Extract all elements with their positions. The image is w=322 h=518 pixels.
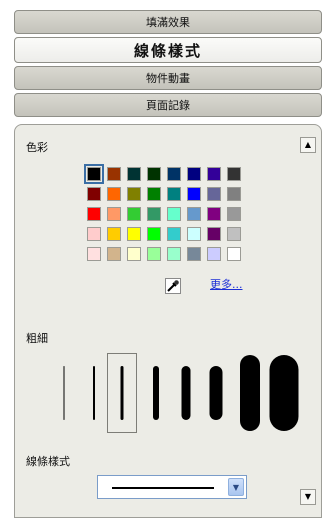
color-swatch[interactable] bbox=[107, 227, 121, 241]
color-swatch[interactable] bbox=[167, 187, 181, 201]
chevron-down-icon[interactable]: ▼ bbox=[228, 478, 244, 496]
color-swatch[interactable] bbox=[127, 247, 141, 261]
color-swatch[interactable] bbox=[187, 207, 201, 221]
line-style-dropdown[interactable]: ▼ bbox=[97, 475, 247, 499]
color-swatch[interactable] bbox=[127, 207, 141, 221]
color-swatch[interactable] bbox=[127, 227, 141, 241]
color-swatch[interactable] bbox=[207, 227, 221, 241]
color-swatch[interactable] bbox=[207, 167, 221, 181]
color-swatch[interactable] bbox=[84, 164, 104, 184]
tab-bar: 填滿效果 線條樣式 物件動畫 頁面記錄 bbox=[14, 10, 322, 120]
color-swatch[interactable] bbox=[187, 227, 201, 241]
line-width-option[interactable] bbox=[171, 353, 201, 433]
color-swatch[interactable] bbox=[207, 247, 221, 261]
color-swatch-grid bbox=[84, 164, 241, 261]
color-swatch[interactable] bbox=[107, 167, 121, 181]
color-swatch[interactable] bbox=[207, 207, 221, 221]
more-colors-link[interactable]: 更多... bbox=[210, 276, 243, 292]
line-width-bar bbox=[181, 366, 191, 420]
scroll-down-button[interactable]: ▼ bbox=[300, 489, 316, 505]
color-swatch[interactable] bbox=[87, 247, 101, 261]
line-width-option[interactable] bbox=[79, 353, 109, 433]
color-swatch[interactable] bbox=[227, 247, 241, 261]
color-swatch[interactable] bbox=[187, 247, 201, 261]
line-width-bar bbox=[209, 366, 223, 420]
chevron-down-icon: ▼ bbox=[304, 492, 312, 501]
tab-line-style[interactable]: 線條樣式 bbox=[14, 37, 322, 63]
color-swatch[interactable] bbox=[147, 207, 161, 221]
eyedropper-icon[interactable] bbox=[165, 278, 181, 294]
width-section-label: 粗細 bbox=[26, 332, 48, 345]
line-width-bar bbox=[93, 366, 95, 420]
line-width-option[interactable] bbox=[49, 353, 79, 433]
color-swatch[interactable] bbox=[87, 227, 101, 241]
line-width-option[interactable] bbox=[107, 353, 137, 433]
tab-page-record[interactable]: 頁面記錄 bbox=[14, 93, 322, 117]
tab-fill-effect[interactable]: 填滿效果 bbox=[14, 10, 322, 34]
color-swatch[interactable] bbox=[187, 167, 201, 181]
color-swatch[interactable] bbox=[127, 167, 141, 181]
color-swatch[interactable] bbox=[227, 207, 241, 221]
line-width-bar bbox=[63, 366, 65, 420]
line-width-option[interactable] bbox=[201, 353, 231, 433]
line-width-option[interactable] bbox=[141, 353, 171, 433]
color-swatch[interactable] bbox=[187, 187, 201, 201]
chevron-up-icon: ▲ bbox=[304, 140, 312, 149]
color-swatch[interactable] bbox=[167, 207, 181, 221]
color-section-label: 色彩 bbox=[26, 141, 48, 154]
color-swatch[interactable] bbox=[167, 227, 181, 241]
line-width-bar bbox=[153, 366, 159, 420]
color-swatch[interactable] bbox=[207, 187, 221, 201]
line-width-bar bbox=[120, 366, 124, 420]
color-swatch[interactable] bbox=[87, 207, 101, 221]
color-swatch[interactable] bbox=[227, 227, 241, 241]
color-swatch[interactable] bbox=[227, 187, 241, 201]
scroll-up-button[interactable]: ▲ bbox=[300, 137, 316, 153]
line-width-selector bbox=[15, 345, 322, 445]
line-width-bar bbox=[240, 355, 260, 431]
color-swatch[interactable] bbox=[107, 187, 121, 201]
color-swatch[interactable] bbox=[147, 247, 161, 261]
color-swatch[interactable] bbox=[107, 247, 121, 261]
color-swatch[interactable] bbox=[127, 187, 141, 201]
line-width-bar bbox=[269, 355, 299, 431]
color-swatch[interactable] bbox=[227, 167, 241, 181]
line-width-option[interactable] bbox=[235, 353, 265, 433]
color-swatch[interactable] bbox=[147, 227, 161, 241]
line-style-panel: ▲ 色彩 更多... 粗細 線條樣式 ▼ ▼ bbox=[14, 124, 322, 518]
style-section-label: 線條樣式 bbox=[26, 455, 70, 468]
color-swatch[interactable] bbox=[167, 247, 181, 261]
color-swatch[interactable] bbox=[147, 167, 161, 181]
color-swatch[interactable] bbox=[167, 167, 181, 181]
color-swatch[interactable] bbox=[147, 187, 161, 201]
line-width-option[interactable] bbox=[269, 353, 299, 433]
color-swatch[interactable] bbox=[107, 207, 121, 221]
color-swatch[interactable] bbox=[87, 187, 101, 201]
solid-line-preview bbox=[112, 487, 214, 489]
tab-object-animation[interactable]: 物件動畫 bbox=[14, 66, 322, 90]
